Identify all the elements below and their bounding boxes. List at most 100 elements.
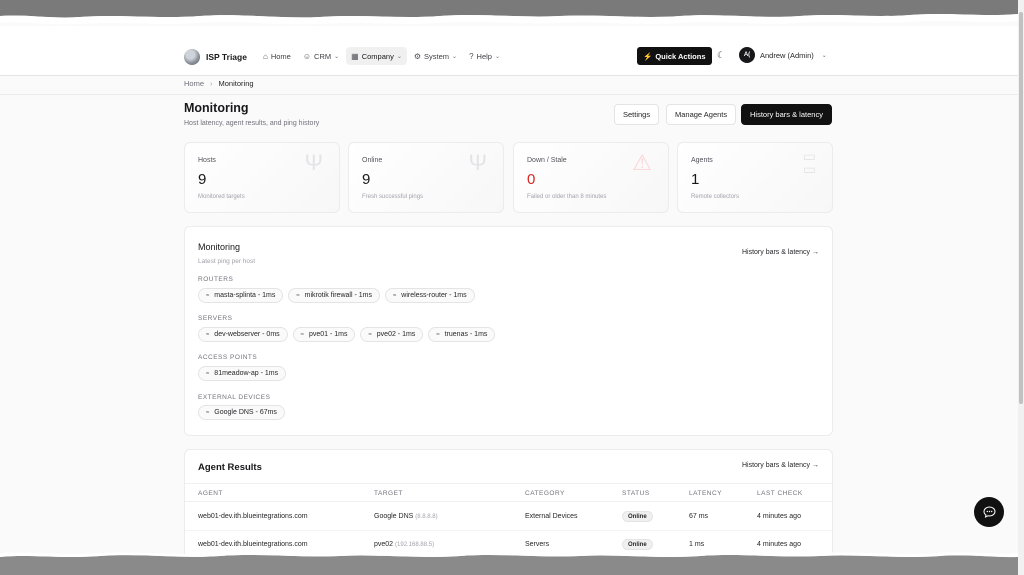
scrollbar-thumb[interactable] [1019, 12, 1023, 404]
host-chip[interactable]: ≈ pve02 - 1ms [360, 327, 424, 342]
nav-item-home[interactable]: ⌂ Home [258, 47, 296, 65]
host-group-routers: ≈ masta-splinta - 1ms ≈ mikrotik firewall … [198, 288, 475, 303]
column-header[interactable]: STATUS [622, 490, 650, 497]
page-subtitle: Host latency, agent results, and ping hi… [184, 120, 320, 127]
host-chip-label: wireless-router - 1ms [401, 292, 467, 299]
host-chip-label: mikrotik firewall - 1ms [304, 292, 372, 299]
breadcrumb: Home › Monitoring [184, 79, 254, 88]
breadcrumb-current: Monitoring [218, 79, 254, 88]
gear-icon: ⚙ [413, 51, 422, 61]
stat-value: 9 [198, 171, 207, 188]
host-chip-label: Google DNS - 67ms [214, 409, 277, 416]
nav-item-help[interactable]: ? Help ⌄ [464, 47, 505, 65]
monitoring-card: Monitoring Latest ping per host History … [184, 226, 833, 436]
stat-desc: Fresh successful pings [362, 194, 424, 200]
host-chip[interactable]: ≈ dev-webserver - 0ms [198, 327, 288, 342]
user-menu[interactable]: A( Andrew (Admin) ⌄ [739, 47, 827, 63]
history-latency-button[interactable]: History bars & latency [741, 104, 832, 125]
target-name: pve02 [374, 541, 394, 548]
host-chip-label: pve02 - 1ms [376, 331, 416, 338]
stat-value: 0 [527, 171, 536, 188]
stat-label: Online [362, 157, 383, 164]
history-latency-link[interactable]: History bars & latency → [742, 462, 819, 469]
nav-item-system[interactable]: ⚙ System ⌄ [409, 47, 462, 65]
warning-icon: ⚠ [632, 150, 652, 175]
host-chip[interactable]: ≈ Google DNS - 67ms [198, 405, 285, 420]
main-nav: ⌂ Home ☺ CRM ⌄ ▦ Company ⌄ ⚙ System ⌄ ? … [258, 47, 505, 65]
group-label-routers: ROUTERS [198, 276, 234, 283]
host-chip-label: truenas - 1ms [444, 331, 488, 338]
manage-agents-button[interactable]: Manage Agents [666, 104, 737, 125]
divider [0, 94, 1018, 95]
page-scrollbar[interactable] [1018, 0, 1024, 575]
moon-icon[interactable]: ☾ [717, 50, 725, 61]
users-icon: ☺ [302, 51, 312, 61]
agent-cell: web01-dev.ith.blueintegrations.com [198, 541, 308, 548]
stat-card-agents: ▭ ▭ Agents 1 Remote collectors [677, 142, 833, 213]
chevron-right-icon: › [210, 79, 213, 88]
breadcrumb-home[interactable]: Home [184, 79, 204, 88]
history-latency-link[interactable]: History bars & latency → [742, 249, 819, 256]
stat-label: Down / Stale [527, 157, 567, 164]
host-group-external-devices: ≈ Google DNS - 67ms [198, 405, 285, 420]
host-chip[interactable]: ≈ wireless-router - 1ms [384, 288, 475, 303]
column-header[interactable]: AGENT [198, 490, 223, 497]
target-ip: (192.168.88.5) [395, 542, 435, 548]
table-row[interactable]: web01-dev.ith.blueintegrations.com Googl… [185, 503, 832, 531]
column-header[interactable]: TARGET [374, 490, 403, 497]
stat-value: 9 [362, 171, 371, 188]
chevron-down-icon: ⌄ [494, 53, 500, 60]
chevron-down-icon: ⌄ [821, 52, 827, 59]
host-chip[interactable]: ≈ mikrotik firewall - 1ms [288, 288, 380, 303]
card-title: Monitoring [198, 242, 241, 252]
latency-cell: 1 ms [689, 541, 705, 548]
card-subtitle: Latest ping per host [198, 258, 256, 265]
server-icon: ▭ ▭ [802, 148, 816, 177]
torn-edge-top [0, 0, 1018, 25]
brand[interactable]: ISP Triage [184, 49, 247, 65]
group-label-servers: SERVERS [198, 315, 233, 322]
status-badge: Online [622, 539, 653, 550]
host-chip[interactable]: ≈ truenas - 1ms [428, 327, 496, 342]
nav-item-label: Help [476, 51, 492, 61]
host-chip[interactable]: ≈ masta-splinta - 1ms [198, 288, 284, 303]
chat-bubble-icon[interactable] [974, 497, 1004, 527]
user-name: Andrew (Admin) [760, 50, 814, 60]
chat-icon-glyph [982, 506, 996, 518]
group-label-access-points: ACCESS POINTS [198, 354, 258, 361]
page-title: Monitoring [184, 101, 249, 115]
lightning-icon: ⚡ [643, 51, 653, 61]
quick-actions-button[interactable]: ⚡ Quick Actions [637, 47, 712, 65]
wifi-icon: ≈ [206, 370, 210, 377]
column-header[interactable]: LAST CHECK [757, 490, 803, 497]
settings-button[interactable]: Settings [614, 104, 660, 125]
target-cell: pve02 (192.168.88.5) [374, 541, 434, 548]
stat-label: Hosts [198, 157, 216, 164]
host-chip-label: pve01 - 1ms [308, 331, 348, 338]
wifi-icon: ≈ [206, 331, 210, 338]
last-check-cell: 4 minutes ago [757, 513, 801, 520]
category-cell: External Devices [525, 513, 578, 520]
host-chip[interactable]: ≈81meadow-ap - 1ms [198, 366, 287, 381]
column-header[interactable]: LATENCY [689, 490, 722, 497]
chevron-down-icon: ⌄ [396, 53, 402, 60]
host-chip[interactable]: ≈ pve01 - 1ms [292, 327, 356, 342]
torn-edge-bottom [0, 552, 1018, 575]
column-header[interactable]: CATEGORY [525, 490, 565, 497]
wifi-icon: ≈ [296, 292, 300, 299]
antenna-icon: Ψ [304, 150, 323, 175]
wifi-icon: ≈ [392, 292, 397, 299]
nav-item-company[interactable]: ▦ Company ⌄ [346, 47, 407, 65]
stat-card-hosts: Ψ Hosts 9 Monitored targets [184, 142, 340, 213]
host-group-servers: ≈ dev-webserver - 0ms ≈ pve01 - 1ms ≈ pve02… [198, 327, 496, 342]
wifi-icon: ≈ [368, 331, 372, 338]
nav-item-label: CRM [314, 51, 332, 61]
latency-cell: 67 ms [689, 513, 709, 520]
stat-label: Agents [691, 157, 713, 164]
stat-card-online: Ψ Online 9 Fresh successful pings [348, 142, 504, 213]
table-header: AGENT TARGET CATEGORY STATUS LATENCY LAS… [185, 483, 832, 502]
card-title: Agent Results [198, 462, 262, 473]
nav-item-crm[interactable]: ☺ CRM ⌄ [298, 47, 344, 65]
stat-value: 1 [691, 171, 700, 188]
wifi-icon: ≈ [206, 292, 210, 299]
